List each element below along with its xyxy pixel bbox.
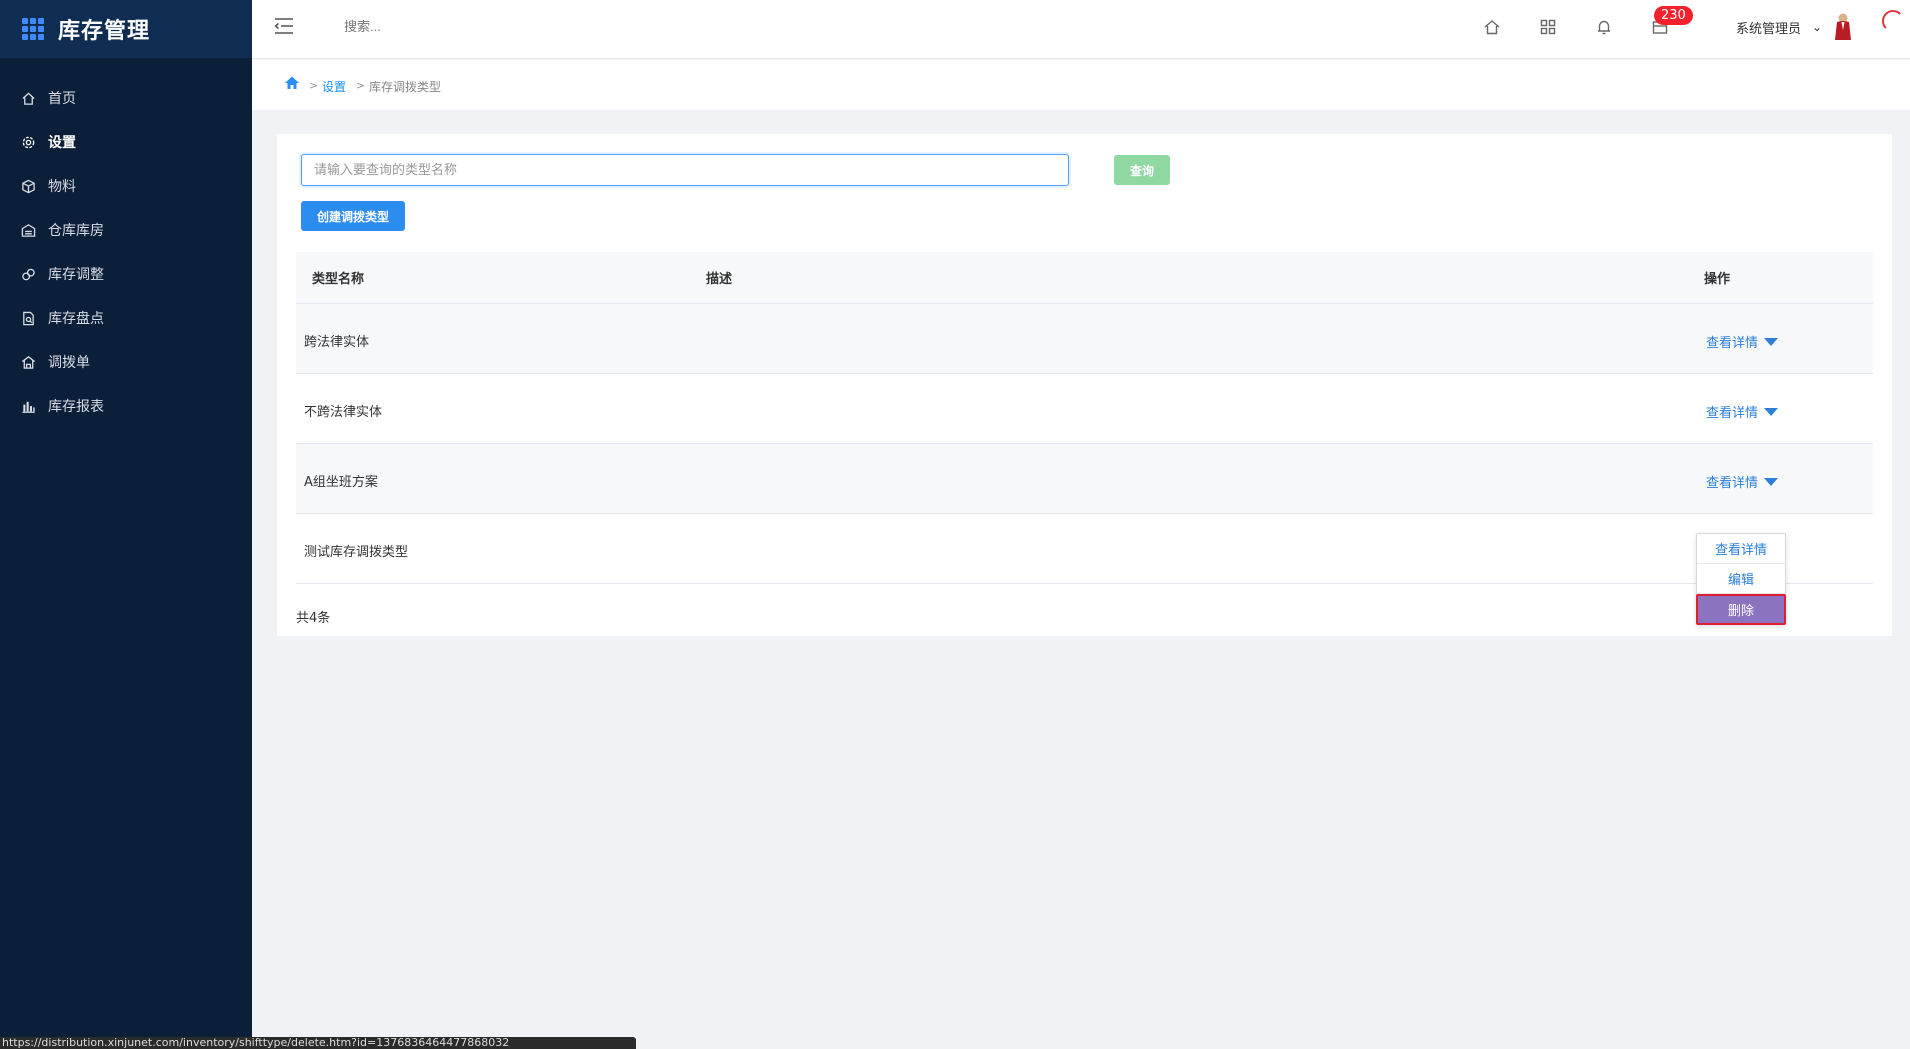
breadcrumb-home-icon[interactable] [284,75,300,91]
table-header: 类型名称 描述 操作 [296,252,1873,304]
sidebar-item-stock-report[interactable]: 库存报表 [0,384,252,428]
bell-icon[interactable] [1594,17,1614,37]
user-name[interactable]: 系统管理员 [1736,18,1801,37]
row-type-name: 测试库存调拨类型 [304,545,409,560]
row-type-name: 不跨法律实体 [304,405,383,420]
avatar[interactable] [1832,12,1854,42]
sidebar-menu: 首页 设置 物料 仓库库房 库存调整 库存盘点 调拨单 库存报表 [0,58,252,428]
sidebar-item-warehouse[interactable]: 仓库库房 [0,208,252,252]
gear-icon [20,134,36,150]
view-details-dropdown[interactable]: 查看详情 [1706,402,1779,421]
breadcrumb-separator: > [309,79,319,92]
sidebar-item-label: 仓库库房 [48,223,104,239]
table-row: A组坐班方案 查看详情 [296,444,1873,514]
sidebar-item-stock-adjust[interactable]: 库存调整 [0,252,252,296]
column-header-name: 类型名称 [312,272,365,287]
row-actions-dropdown: 查看详情 编辑 删除 [1696,533,1786,625]
notification-badge: 230 [1654,6,1693,25]
view-details-label: 查看详情 [1706,406,1759,421]
caret-down-icon [1764,407,1779,416]
transfer-icon [20,354,36,370]
home-icon [20,90,36,106]
top-header: 230 系统管理员 ⌄ [252,0,1910,59]
sidebar-item-label: 首页 [48,91,76,107]
sidebar-item-materials[interactable]: 物料 [0,164,252,208]
chevron-down-icon[interactable]: ⌄ [1812,20,1822,34]
loading-spinner-icon [1882,10,1904,32]
type-name-search-input[interactable] [301,154,1069,186]
breadcrumb-current: 库存调拨类型 [369,80,442,94]
sidebar-item-settings[interactable]: 设置 [0,120,252,164]
sidebar-item-transfer-order[interactable]: 调拨单 [0,340,252,384]
global-search-input[interactable] [344,19,524,34]
row-type-name: A组坐班方案 [304,475,378,490]
caret-down-icon [1764,337,1779,346]
adjust-icon [20,266,36,282]
sidebar-item-home[interactable]: 首页 [0,76,252,120]
view-details-dropdown[interactable]: 查看详情 [1706,332,1779,351]
sidebar-item-stock-check[interactable]: 库存盘点 [0,296,252,340]
breadcrumb-settings-link[interactable]: 设置 [322,78,346,95]
apps-grid-icon [22,18,44,40]
table-row: 不跨法律实体 查看详情 [296,374,1873,444]
column-header-actions: 操作 [1704,272,1731,287]
sidebar-item-label: 库存报表 [48,399,104,415]
query-button[interactable]: 查询 [1114,155,1170,185]
breadcrumb-separator: > [356,79,366,92]
view-details-dropdown[interactable]: 查看详情 [1706,472,1779,491]
breadcrumb: > 设置 > 库存调拨类型 [252,60,1910,110]
warehouse-icon [20,222,36,238]
caret-down-icon [1764,477,1779,486]
inventory-check-icon [20,310,36,326]
total-count: 共4条 [296,611,331,626]
browser-status-url: https://distribution.xinjunet.com/invent… [0,1037,636,1049]
create-transfer-type-button[interactable]: 创建调拨类型 [301,201,405,231]
apps-icon[interactable] [1538,17,1558,37]
box-icon [20,178,36,194]
dropdown-delete[interactable]: 删除 [1696,594,1786,625]
dropdown-edit[interactable]: 编辑 [1697,564,1785,594]
brand: 库存管理 [0,0,252,58]
table-row: 跨法律实体 查看详情 [296,304,1873,374]
menu-toggle-icon[interactable] [274,17,294,35]
transfer-type-table: 类型名称 描述 操作 跨法律实体 查看详情 不跨法律实体 查看详情 A组坐班方案… [296,252,1873,584]
content-card: 查询 创建调拨类型 类型名称 描述 操作 跨法律实体 查看详情 不跨法律实体 查… [277,134,1892,636]
row-type-name: 跨法律实体 [304,335,370,350]
table-row: 测试库存调拨类型 [296,514,1873,584]
column-header-description: 描述 [706,272,733,287]
bar-chart-icon [20,398,36,414]
sidebar-item-label: 库存调整 [48,267,104,283]
sidebar-item-label: 设置 [48,135,76,151]
sidebar-item-label: 物料 [48,179,76,195]
sidebar: 库存管理 首页 设置 物料 仓库库房 库存调整 库存盘点 调拨单 库存报表 [0,0,252,1049]
view-details-label: 查看详情 [1706,336,1759,351]
sidebar-item-label: 库存盘点 [48,311,104,327]
dropdown-view-details[interactable]: 查看详情 [1697,534,1785,564]
home-icon[interactable] [1482,17,1502,37]
app-title: 库存管理 [58,19,151,44]
view-details-label: 查看详情 [1706,476,1759,491]
sidebar-item-label: 调拨单 [48,355,90,371]
